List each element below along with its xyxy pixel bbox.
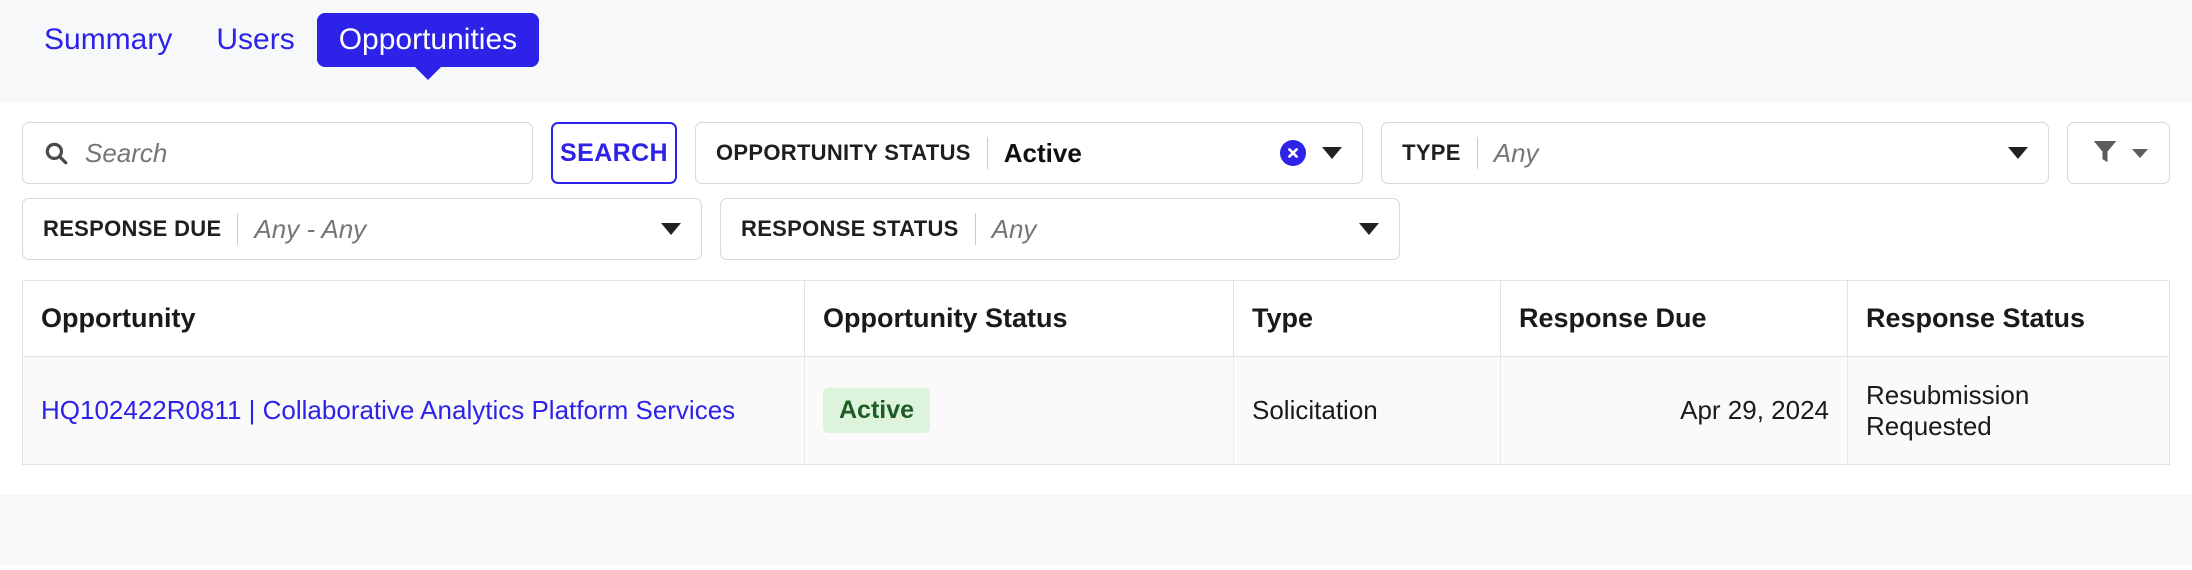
tab-summary[interactable]: Summary (22, 13, 194, 67)
table-row: HQ102422R0811 | Collaborative Analytics … (22, 356, 2170, 465)
response-due-filter-value: Any - Any (254, 213, 367, 244)
tab-users-label: Users (216, 23, 295, 56)
response-due-filter-controls (661, 223, 681, 235)
cell-opportunity-status: Active (804, 356, 1234, 465)
divider (1476, 137, 1478, 169)
tab-opportunities[interactable]: Opportunities (316, 13, 540, 80)
type-filter[interactable]: TYPE Any (1381, 122, 2050, 184)
column-header-opportunity[interactable]: Opportunity (22, 280, 805, 357)
chevron-down-icon[interactable] (1359, 223, 1379, 235)
divider (986, 137, 988, 169)
column-header-response-status[interactable]: Response Status (1847, 280, 2170, 357)
page-footer (0, 495, 2192, 565)
opportunity-status-filter-controls (1280, 140, 1343, 166)
column-header-response-due[interactable]: Response Due (1500, 280, 1848, 357)
response-status-filter[interactable]: RESPONSE STATUS Any (720, 198, 1400, 260)
type-filter-label: TYPE (1402, 140, 1461, 165)
opportunity-link[interactable]: HQ102422R0811 | Collaborative Analytics … (41, 393, 735, 428)
cell-response-status: Resubmission Requested (1847, 356, 2170, 465)
search-button[interactable]: SEARCH (551, 122, 677, 184)
response-status-filter-controls (1359, 223, 1379, 235)
tab-opportunities-label: Opportunities (338, 23, 518, 56)
search-button-label: SEARCH (560, 138, 669, 167)
type-filter-value: Any (1493, 137, 1539, 168)
column-header-type[interactable]: Type (1233, 280, 1501, 357)
type-filter-controls (2008, 147, 2029, 159)
column-header-opportunity-status[interactable]: Opportunity Status (804, 280, 1234, 357)
chevron-down-icon[interactable] (661, 223, 681, 235)
advanced-filter-button[interactable] (2067, 122, 2171, 184)
cell-type: Solicitation (1233, 356, 1501, 465)
divider (237, 213, 239, 245)
cell-response-due: Apr 29, 2024 (1500, 356, 1848, 465)
funnel-icon (2090, 136, 2120, 171)
filter-row-1: SEARCH OPPORTUNITY STATUS Active TYPE An… (22, 122, 2171, 184)
filter-row-2: RESPONSE DUE Any - Any RESPONSE STATUS A… (22, 198, 2170, 260)
search-box[interactable] (22, 122, 534, 184)
circle-x-icon[interactable] (1280, 140, 1307, 166)
chevron-down-icon[interactable] (2131, 148, 2148, 158)
cell-opportunity: HQ102422R0811 | Collaborative Analytics … (22, 356, 805, 465)
table-header-row: Opportunity Opportunity Status Type Resp… (22, 280, 2170, 357)
opportunity-status-filter-value: Active (1003, 137, 1082, 168)
search-input[interactable] (83, 136, 513, 170)
table-header: Opportunity Opportunity Status Type Resp… (22, 280, 2170, 357)
divider (974, 213, 976, 245)
tab-users[interactable]: Users (194, 13, 316, 67)
response-due-filter[interactable]: RESPONSE DUE Any - Any (22, 198, 702, 260)
response-due-filter-label: RESPONSE DUE (43, 216, 222, 241)
response-status-filter-value: Any (991, 213, 1037, 244)
tab-pointer-triangle (413, 66, 442, 80)
response-status-filter-label: RESPONSE STATUS (741, 216, 959, 241)
table-body: HQ102422R0811 | Collaborative Analytics … (22, 356, 2170, 465)
opportunity-status-filter-label: OPPORTUNITY STATUS (715, 140, 971, 165)
opportunity-status-filter[interactable]: OPPORTUNITY STATUS Active (694, 122, 1364, 184)
opportunities-table-wrapper: Opportunity Opportunity Status Type Resp… (0, 274, 2192, 465)
opportunities-table: Opportunity Opportunity Status Type Resp… (22, 280, 2170, 465)
filter-panel: SEARCH OPPORTUNITY STATUS Active TYPE An… (0, 102, 2192, 260)
tab-summary-label: Summary (44, 23, 173, 56)
search-icon (43, 140, 69, 166)
chevron-down-icon[interactable] (1322, 147, 1343, 159)
status-badge: Active (823, 387, 931, 434)
chevron-down-icon[interactable] (2008, 147, 2029, 159)
tab-bar: Summary Users Opportunities (0, 0, 2192, 102)
